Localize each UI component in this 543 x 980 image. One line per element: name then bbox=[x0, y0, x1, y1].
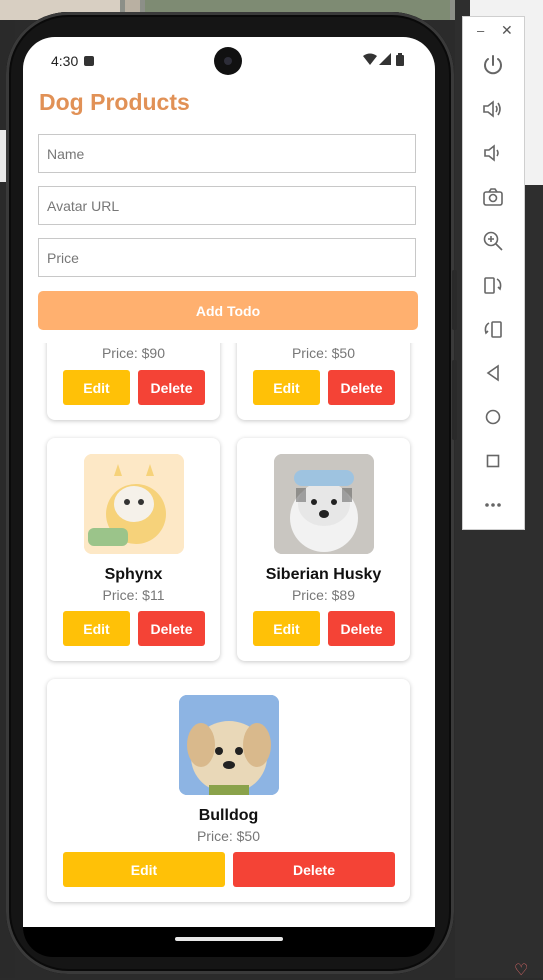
status-bar: 4:30 bbox=[23, 37, 435, 85]
edit-button[interactable]: Edit bbox=[253, 370, 320, 405]
product-list[interactable]: Price: $90 Edit Delete Price: $50 Edit D… bbox=[23, 343, 435, 927]
phone-side-button bbox=[452, 360, 457, 440]
power-icon[interactable] bbox=[481, 53, 505, 77]
add-todo-button[interactable]: Add Todo bbox=[38, 291, 418, 330]
product-name: Bulldog bbox=[198, 807, 259, 824]
page-title: Dog Products bbox=[39, 89, 190, 115]
navigation-bar bbox=[23, 927, 435, 957]
delete-button[interactable]: Delete bbox=[138, 370, 205, 405]
camera-icon[interactable] bbox=[481, 185, 505, 209]
product-card: Price: $90 Edit Delete bbox=[47, 343, 220, 420]
avatar-url-field[interactable] bbox=[38, 186, 416, 225]
product-price: Price: $11 bbox=[102, 587, 165, 603]
emulator-toolbar: – ✕ bbox=[462, 16, 525, 530]
overview-icon[interactable] bbox=[481, 449, 505, 473]
product-price: Price: $50 bbox=[291, 345, 356, 361]
home-indicator[interactable] bbox=[175, 937, 283, 941]
heart-icon: ♡ bbox=[514, 962, 529, 979]
delete-button[interactable]: Delete bbox=[138, 611, 205, 646]
name-field[interactable] bbox=[38, 134, 416, 173]
husky-image bbox=[274, 454, 374, 554]
home-icon[interactable] bbox=[481, 405, 505, 429]
product-card: Siberian Husky Price: $89 Edit Delete bbox=[237, 438, 410, 661]
more-icon[interactable] bbox=[481, 493, 505, 517]
product-price: Price: $89 bbox=[291, 587, 356, 603]
sphynx-image bbox=[84, 454, 184, 554]
edit-button[interactable]: Edit bbox=[63, 852, 225, 887]
back-icon[interactable] bbox=[481, 361, 505, 385]
close-icon[interactable]: ✕ bbox=[501, 22, 513, 39]
phone-side-button bbox=[452, 270, 457, 330]
avatar-url-input[interactable] bbox=[39, 187, 415, 224]
product-image bbox=[179, 695, 279, 795]
volume-down-icon[interactable] bbox=[481, 141, 505, 165]
delete-button[interactable]: Delete bbox=[328, 611, 395, 646]
rotate-right-icon[interactable] bbox=[481, 317, 505, 341]
emulator-title-bar: – ✕ bbox=[463, 17, 526, 47]
wifi-icon bbox=[363, 53, 377, 65]
battery-icon bbox=[396, 53, 404, 66]
product-card: Sphynx Price: $11 Edit Delete bbox=[47, 438, 220, 661]
product-name: Siberian Husky bbox=[265, 566, 382, 583]
product-card: Bulldog Price: $50 Edit Delete bbox=[47, 679, 410, 902]
edit-button[interactable]: Edit bbox=[63, 370, 130, 405]
bulldog-image bbox=[179, 695, 279, 795]
edit-button[interactable]: Edit bbox=[253, 611, 320, 646]
product-image bbox=[274, 454, 374, 554]
product-image bbox=[84, 454, 184, 554]
system-icons bbox=[363, 53, 413, 67]
price-input[interactable] bbox=[39, 239, 415, 276]
product-card: Price: $50 Edit Delete bbox=[237, 343, 410, 420]
volume-up-icon[interactable] bbox=[481, 97, 505, 121]
name-input[interactable] bbox=[39, 135, 415, 172]
minimize-icon[interactable]: – bbox=[477, 23, 484, 38]
zoom-in-icon[interactable] bbox=[481, 229, 505, 253]
delete-button[interactable]: Delete bbox=[328, 370, 395, 405]
product-price: Price: $50 bbox=[196, 828, 261, 844]
edit-button[interactable]: Edit bbox=[63, 611, 130, 646]
phone-screen: 4:30 Dog Products Add Todo Price: $90 Ed… bbox=[23, 37, 435, 927]
rotate-left-icon[interactable] bbox=[481, 273, 505, 297]
front-camera bbox=[214, 47, 242, 75]
product-price: Price: $90 bbox=[101, 345, 166, 361]
product-name: Sphynx bbox=[104, 566, 163, 583]
price-field[interactable] bbox=[38, 238, 416, 277]
notification-icon bbox=[84, 56, 94, 66]
signal-icon bbox=[379, 53, 391, 65]
status-time: 4:30 bbox=[51, 53, 79, 69]
delete-button[interactable]: Delete bbox=[233, 852, 395, 887]
